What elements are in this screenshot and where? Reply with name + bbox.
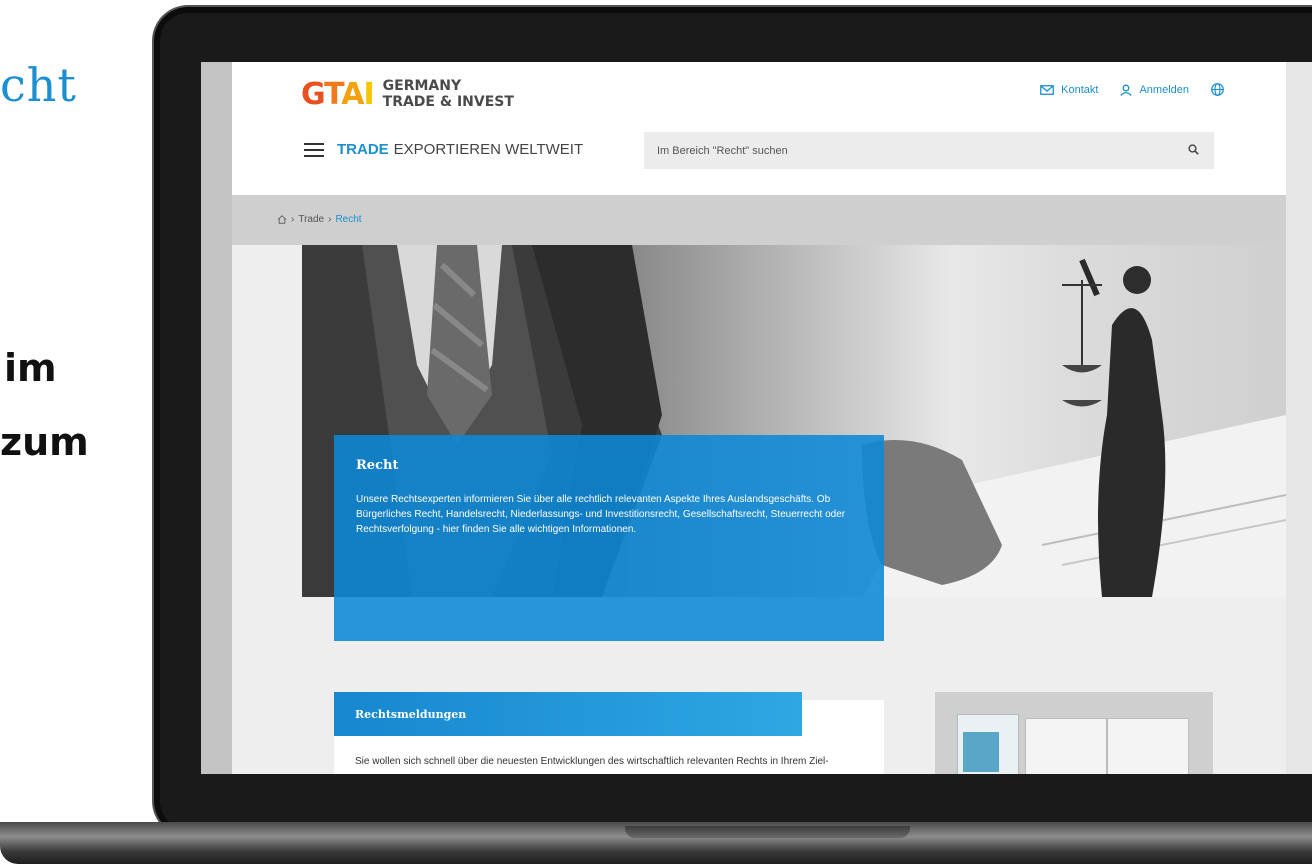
globe-icon	[1211, 83, 1224, 96]
hero-description: Unsere Rechtsexperten informieren Sie üb…	[356, 494, 846, 535]
logo-mark: GTAI	[301, 76, 375, 112]
contact-link[interactable]: Kontakt	[1040, 84, 1098, 96]
laptop-notch	[625, 826, 910, 838]
site-header: GTAI GERMANY TRADE & INVEST Kontakt Anme…	[232, 62, 1286, 195]
laptop-screen: GTAI GERMANY TRADE & INVEST Kontakt Anme…	[201, 62, 1312, 774]
brand-trade[interactable]: TRADE	[337, 141, 389, 158]
logo-wordmark: GERMANY TRADE & INVEST	[383, 78, 514, 110]
breadcrumb-band	[232, 195, 1286, 245]
breadcrumb-current: Recht	[335, 214, 362, 225]
brand-subtitle: EXPORTIEREN WELTWEIT	[393, 141, 584, 158]
contact-label: Kontakt	[1061, 83, 1099, 96]
brochure-teaser-image[interactable]	[935, 692, 1213, 774]
hamburger-menu-icon[interactable]	[304, 142, 324, 157]
hero-intro-card: Recht Unsere Rechtsexperten informieren …	[334, 435, 884, 641]
browser-gutter-left	[201, 62, 232, 774]
utility-nav: Kontakt Anmelden	[1040, 83, 1224, 96]
gtai-logo[interactable]: GTAI GERMANY TRADE & INVEST	[301, 76, 514, 112]
login-label: Anmelden	[1139, 83, 1189, 96]
website: GTAI GERMANY TRADE & INVEST Kontakt Anme…	[232, 62, 1286, 774]
section-brand: TRADE EXPORTIEREN WELTWEIT	[304, 141, 583, 158]
breadcrumb-link-trade[interactable]: Trade	[298, 214, 324, 225]
browser-gutter-right	[1286, 62, 1312, 774]
user-icon	[1120, 84, 1133, 96]
presentation-slide: cht im zum GTAI GERMANY TRADE & INVEST K…	[0, 0, 1312, 864]
breadcrumb-separator: ›	[328, 214, 332, 225]
mail-icon	[1040, 84, 1055, 95]
logo-line-2: TRADE & INVEST	[382, 94, 514, 110]
breadcrumb-separator: ›	[291, 214, 295, 225]
login-link[interactable]: Anmelden	[1120, 84, 1189, 96]
slide-heading-fragment: cht	[0, 58, 77, 112]
news-card[interactable]: Rechtsmeldungen Sie wollen sich schnell …	[334, 692, 884, 774]
news-card-title: Rechtsmeldungen	[334, 692, 802, 736]
slide-bold-text-2: zum	[0, 420, 89, 464]
slide-bold-text-1: im	[4, 346, 57, 390]
home-icon[interactable]	[277, 215, 287, 224]
news-card-text: Sie wollen sich schnell über die neueste…	[355, 756, 829, 767]
breadcrumb: › Trade › Recht	[277, 214, 362, 225]
search-input[interactable]	[644, 144, 1164, 157]
search-bar	[644, 132, 1214, 169]
logo-line-1: GERMANY	[382, 78, 462, 94]
search-icon[interactable]	[1188, 144, 1199, 155]
language-switcher[interactable]	[1211, 83, 1224, 96]
hero-title: Recht	[356, 458, 399, 473]
